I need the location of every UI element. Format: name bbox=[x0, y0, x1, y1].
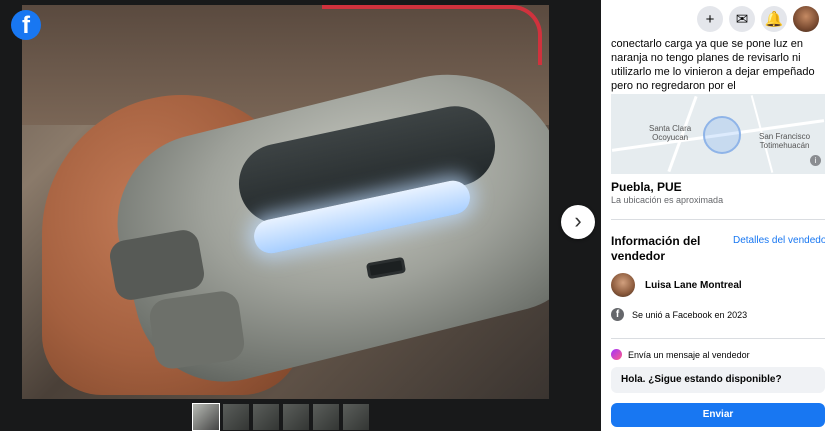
seller-joined-row: f Se unió a Facebook en 2023 bbox=[611, 308, 747, 321]
plus-icon: + bbox=[705, 10, 715, 28]
top-actions: + ✉ 🔔 bbox=[697, 6, 825, 32]
next-photo-button[interactable]: › bbox=[561, 205, 595, 239]
thumbnail[interactable] bbox=[253, 404, 279, 430]
divider bbox=[611, 338, 825, 339]
listing-photo[interactable] bbox=[22, 5, 549, 399]
thumbnail[interactable] bbox=[343, 404, 369, 430]
message-prompt: Envía un mensaje al vendedor bbox=[628, 349, 750, 360]
seller-name[interactable]: Luisa Lane Montreal bbox=[645, 280, 742, 291]
send-button[interactable]: Enviar bbox=[611, 403, 825, 427]
profile-avatar[interactable] bbox=[793, 6, 819, 32]
messenger-icon: ✉ bbox=[735, 11, 749, 28]
map-location-circle bbox=[703, 116, 741, 154]
thumbnail[interactable] bbox=[283, 404, 309, 430]
message-prompt-row: Envía un mensaje al vendedor bbox=[611, 349, 750, 360]
create-button[interactable]: + bbox=[697, 6, 723, 32]
messenger-icon bbox=[611, 349, 622, 360]
listing-details-panel: + ✉ 🔔 conectarlo carga ya que se pone lu… bbox=[601, 0, 825, 431]
notifications-button[interactable]: 🔔 bbox=[761, 6, 787, 32]
seller-details-link[interactable]: Detalles del vendedor bbox=[733, 235, 825, 246]
seller-heading: Información del vendedor bbox=[611, 234, 701, 263]
location-map[interactable]: Santa Clara Ocoyucan San Francisco Totim… bbox=[611, 94, 825, 174]
message-input[interactable] bbox=[611, 367, 825, 393]
map-label-left: Santa Clara Ocoyucan bbox=[649, 124, 692, 142]
seller-joined-text: Se unió a Facebook en 2023 bbox=[632, 309, 748, 320]
photo-cable bbox=[322, 5, 542, 65]
messenger-button[interactable]: ✉ bbox=[729, 6, 755, 32]
map-info-icon[interactable]: i bbox=[810, 155, 821, 166]
media-viewer: f › bbox=[0, 0, 601, 431]
facebook-icon: f bbox=[611, 308, 624, 321]
listing-description: conectarlo carga ya que se pone luz en n… bbox=[611, 38, 815, 92]
chevron-right-icon: › bbox=[574, 208, 582, 233]
facebook-logo-icon[interactable]: f bbox=[11, 10, 41, 40]
location-note: La ubicación es aproximada bbox=[611, 195, 724, 205]
thumbnail[interactable] bbox=[192, 403, 220, 431]
divider bbox=[611, 219, 825, 220]
seller-avatar[interactable] bbox=[611, 273, 635, 297]
seller-row[interactable]: Luisa Lane Montreal bbox=[611, 273, 742, 297]
bell-icon: 🔔 bbox=[764, 11, 784, 28]
thumbnail-strip bbox=[192, 403, 369, 431]
photo-r2-button bbox=[147, 289, 247, 371]
map-label-right: San Francisco Totimehuacán bbox=[759, 132, 811, 150]
thumbnail[interactable] bbox=[223, 404, 249, 430]
thumbnail[interactable] bbox=[313, 404, 339, 430]
location-text: Puebla, PUE bbox=[611, 180, 682, 194]
